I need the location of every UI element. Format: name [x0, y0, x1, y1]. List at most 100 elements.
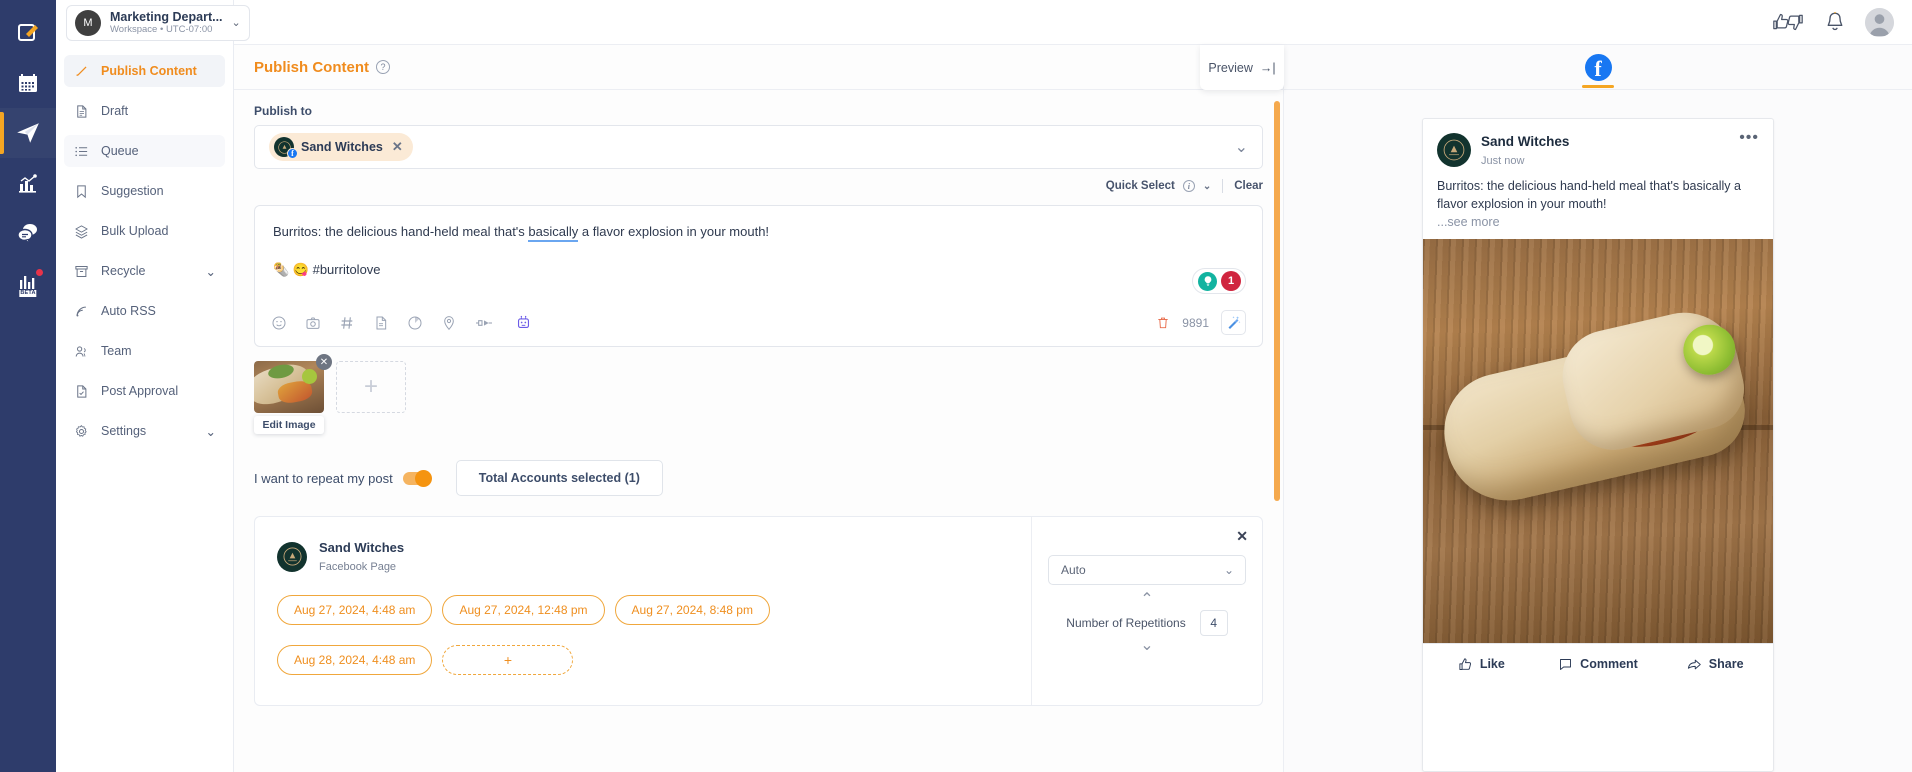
- document-icon[interactable]: [373, 315, 389, 331]
- gear-icon: [73, 423, 90, 440]
- bell-icon[interactable]: [1825, 11, 1845, 33]
- repeat-mode-select[interactable]: Auto ⌄: [1048, 555, 1246, 585]
- main-area: Publish Content ? Publish to f Sand Witc…: [234, 0, 1912, 772]
- avatar[interactable]: [1865, 7, 1894, 37]
- repetitions-input[interactable]: 4: [1199, 610, 1228, 636]
- tab-facebook[interactable]: f: [1575, 45, 1621, 90]
- total-accounts-selected-button[interactable]: Total Accounts selected (1): [455, 460, 663, 496]
- close-icon[interactable]: ✕: [1236, 529, 1248, 543]
- avatar: [1437, 133, 1471, 167]
- inbox-chat-icon[interactable]: [0, 208, 56, 258]
- sidebar-nav: Publish Content Draft Queue Suggestion B…: [56, 45, 233, 455]
- date-chip[interactable]: Aug 27, 2024, 12:48 pm: [442, 594, 605, 625]
- sidebar-item-label: Suggestion: [101, 184, 164, 198]
- repeat-date-chips: Aug 27, 2024, 4:48 am Aug 27, 2024, 12:4…: [277, 594, 1009, 675]
- preview-body: Sand Witches Just now ••• Burritos: the …: [1284, 90, 1912, 772]
- clear-button[interactable]: Clear: [1234, 180, 1263, 192]
- sidebar-item-settings[interactable]: Settings ⌄: [64, 415, 225, 447]
- comment-label: Comment: [1580, 657, 1638, 672]
- compose-toolbar-right: 9891: [1156, 310, 1246, 335]
- spellcheck-word[interactable]: basically: [528, 224, 579, 242]
- ai-robot-icon[interactable]: [515, 314, 532, 331]
- location-pin-icon[interactable]: [441, 315, 457, 331]
- quick-select-row: Quick Select i ⌄ Clear: [254, 179, 1263, 193]
- sidebar-item-post-approval[interactable]: Post Approval: [64, 375, 225, 407]
- repeat-account: Sand Witches Facebook Page: [277, 539, 1009, 575]
- sidebar-item-team[interactable]: Team: [64, 335, 225, 367]
- delete-icon[interactable]: [1156, 316, 1170, 330]
- suggestion-count: 1: [1221, 271, 1241, 291]
- hashtag-icon[interactable]: [339, 315, 355, 331]
- workspace-selector[interactable]: M Marketing Depart... Workspace • UTC-07…: [66, 4, 250, 41]
- comment-button[interactable]: Comment: [1540, 657, 1657, 672]
- thumbnail-lime-shape: [302, 369, 317, 384]
- sidebar: M Marketing Depart... Workspace • UTC-07…: [56, 0, 250, 772]
- thumbs-feedback-icon[interactable]: [1771, 12, 1805, 32]
- compose-textarea[interactable]: Burritos: the delicious hand-held meal t…: [255, 206, 1262, 302]
- stepper-up-icon[interactable]: ⌃: [1140, 590, 1153, 610]
- suggestion-badge[interactable]: 1: [1192, 268, 1246, 294]
- editor-scrollbar[interactable]: [1274, 101, 1280, 501]
- sidebar-item-suggestion[interactable]: Suggestion: [64, 175, 225, 207]
- account-chip[interactable]: f Sand Witches ✕: [269, 133, 413, 161]
- content-split: Publish Content ? Publish to f Sand Witc…: [234, 45, 1912, 772]
- stepper-down-icon[interactable]: ⌄: [1140, 636, 1153, 656]
- post-body: Burritos: the delicious hand-held meal t…: [1437, 178, 1741, 211]
- see-more-link[interactable]: ...see more: [1437, 213, 1759, 231]
- repeat-post-toggle[interactable]: [402, 469, 432, 487]
- repeat-account-name: Sand Witches: [319, 540, 405, 555]
- compose-icon[interactable]: [0, 8, 56, 58]
- compose-text-after: a flavor explosion in your mouth!: [578, 224, 770, 239]
- media-thumbnail[interactable]: [254, 361, 324, 413]
- magic-wand-button[interactable]: [1221, 310, 1246, 335]
- quick-select-label[interactable]: Quick Select: [1106, 180, 1175, 192]
- calendar-icon[interactable]: [0, 58, 56, 108]
- info-icon[interactable]: i: [1182, 180, 1195, 192]
- chevron-down-icon[interactable]: ⌄: [1203, 181, 1211, 192]
- sidebar-item-label: Bulk Upload: [101, 224, 169, 238]
- edit-image-button[interactable]: Edit Image: [254, 416, 324, 434]
- chevron-down-icon[interactable]: ⌄: [206, 264, 216, 279]
- pencil-icon: [73, 63, 90, 80]
- chevron-down-icon[interactable]: ⌄: [206, 424, 216, 439]
- list-icon: [73, 143, 90, 160]
- sidebar-item-bulk-upload[interactable]: Bulk Upload: [64, 215, 225, 247]
- date-chip[interactable]: Aug 27, 2024, 8:48 pm: [614, 594, 770, 625]
- compose-line-2: 🌯 😋 #burritolove: [273, 261, 381, 277]
- add-date-chip[interactable]: +: [442, 644, 574, 675]
- sidebar-item-recycle[interactable]: Recycle ⌄: [64, 255, 225, 287]
- emoji-icon[interactable]: [271, 315, 287, 331]
- post-image: [1423, 238, 1773, 643]
- accounts-select[interactable]: f Sand Witches ✕ ⌄: [254, 125, 1263, 169]
- analytics-icon[interactable]: [0, 158, 56, 208]
- workspace-name: Marketing Depart...: [110, 10, 223, 24]
- editor-scroll-area: Publish to f Sand Witches ✕ ⌄ Quick Sele…: [234, 90, 1283, 772]
- workspace-subtitle: Workspace • UTC-07:00: [110, 24, 213, 35]
- help-icon[interactable]: ?: [376, 60, 390, 74]
- link-plug-icon[interactable]: [475, 315, 497, 331]
- reports-beta-icon[interactable]: BETA: [0, 258, 56, 308]
- chevron-down-icon[interactable]: ⌄: [1235, 137, 1248, 157]
- publish-paper-plane-icon[interactable]: [0, 108, 56, 158]
- sidebar-item-queue[interactable]: Queue: [64, 135, 225, 167]
- workspace-selector-wrap: M Marketing Depart... Workspace • UTC-07…: [56, 0, 250, 45]
- like-button[interactable]: Like: [1423, 657, 1540, 672]
- chevron-down-icon[interactable]: ⌄: [232, 16, 241, 29]
- sidebar-item-draft[interactable]: Draft: [64, 95, 225, 127]
- chevron-down-icon[interactable]: ⌄: [1224, 563, 1234, 577]
- camera-icon[interactable]: [305, 315, 321, 331]
- post-menu-icon[interactable]: •••: [1739, 130, 1759, 145]
- sidebar-item-label: Draft: [101, 104, 129, 118]
- sidebar-item-publish-content[interactable]: Publish Content: [64, 55, 225, 87]
- date-chip[interactable]: Aug 28, 2024, 4:48 am: [277, 644, 433, 675]
- sidebar-item-auto-rss[interactable]: Auto RSS: [64, 295, 225, 327]
- date-chip[interactable]: Aug 27, 2024, 4:48 am: [277, 594, 433, 625]
- add-media-button[interactable]: +: [336, 361, 406, 413]
- post-text: Burritos: the delicious hand-held meal t…: [1423, 177, 1773, 239]
- remove-account-icon[interactable]: ✕: [392, 139, 403, 155]
- preview-toggle-button[interactable]: Preview →|: [1200, 45, 1284, 90]
- remove-media-icon[interactable]: ✕: [316, 354, 332, 370]
- pie-chart-icon[interactable]: [407, 315, 423, 331]
- share-button[interactable]: Share: [1656, 657, 1773, 672]
- document-check-icon: [73, 383, 90, 400]
